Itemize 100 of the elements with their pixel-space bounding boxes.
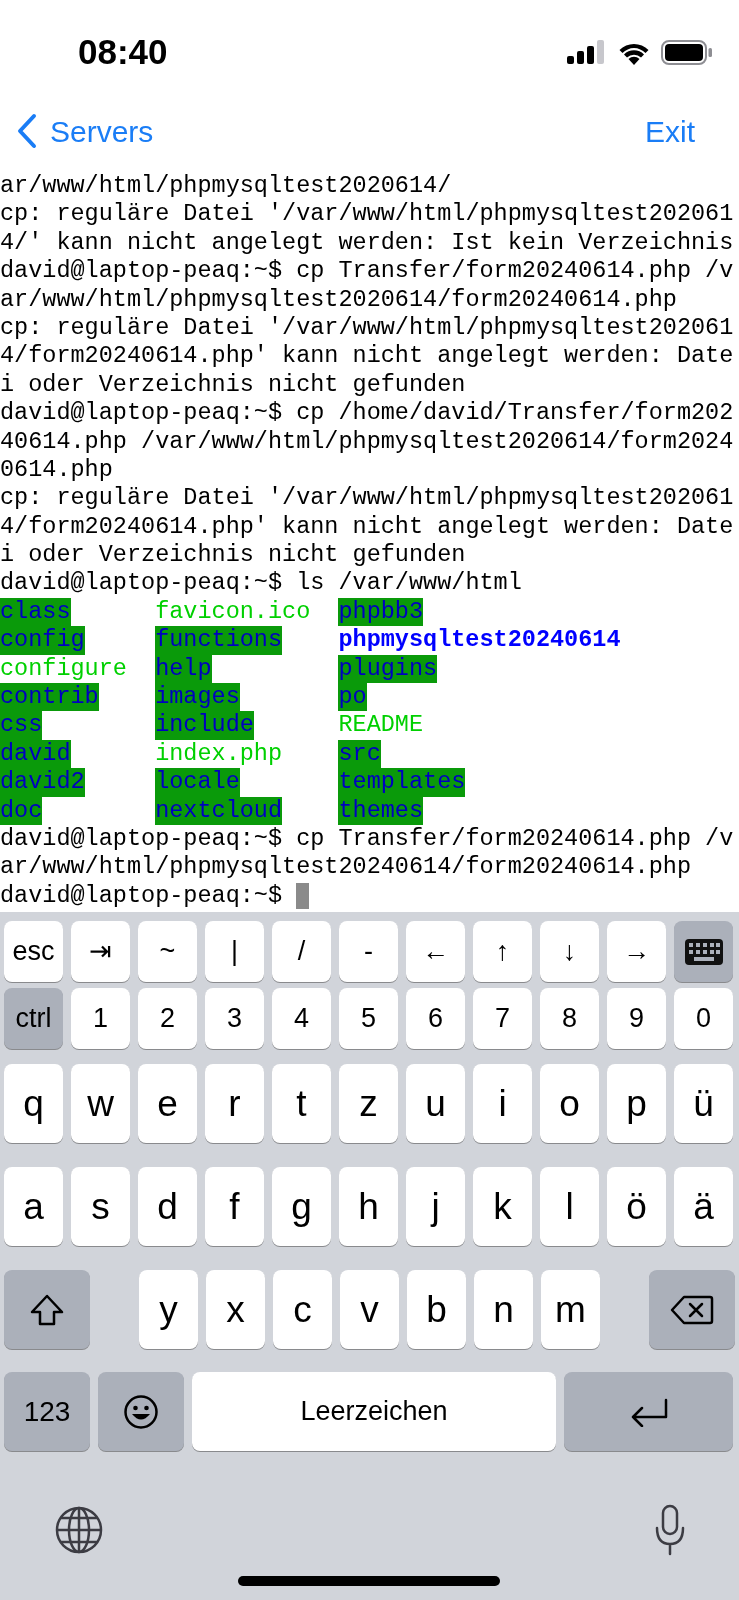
key[interactable]: 9 <box>607 988 666 1049</box>
file-name: contrib <box>0 683 99 712</box>
file-name: help <box>155 654 212 684</box>
text-cursor <box>296 882 310 909</box>
key[interactable]: ö <box>607 1167 666 1246</box>
terminal-line: david@laptop-peaq:~$ cp Transfer/form20240614.php /v <box>0 257 735 286</box>
terminal-line: cp: reguläre Datei '/var/www/html/phpmysqltest202061 <box>0 484 735 513</box>
keyboard-icon <box>684 938 723 965</box>
key[interactable]: h <box>339 1167 398 1246</box>
terminal-line: 4/form20240614.php' kann nicht angelegt werden: Date <box>0 512 735 542</box>
file-name: nextcloud <box>155 796 283 825</box>
key[interactable]: v <box>340 1270 399 1349</box>
file-name: phpmysqltest20240614 <box>338 626 621 655</box>
key[interactable]: ü <box>674 1064 733 1143</box>
terminal-line: david@laptop-peaq:~$ cp /home/david/Transfer/form202 <box>0 399 735 428</box>
key[interactable]: ⇥ <box>71 921 130 982</box>
key[interactable]: d <box>138 1167 197 1246</box>
key[interactable]: a <box>4 1167 63 1246</box>
key[interactable]: ← <box>406 921 465 982</box>
terminal-line: 40614.php /var/www/html/phpmysqltest2020614/form2024 <box>0 427 735 456</box>
terminal-prompt: david@laptop-peaq:~$ <box>0 881 283 911</box>
exit-link[interactable]: Exit <box>645 108 695 154</box>
back-link[interactable]: Servers <box>16 108 154 154</box>
file-name: README <box>338 711 424 740</box>
status-time: 08:40 <box>78 30 168 73</box>
file-name: configure <box>0 654 127 684</box>
key[interactable]: k <box>473 1167 532 1246</box>
key[interactable]: g <box>272 1167 331 1246</box>
key[interactable]: 7 <box>473 988 532 1049</box>
file-name: themes <box>338 796 424 825</box>
terminal-line: 0614.php <box>0 455 114 485</box>
key[interactable]: 1 <box>71 988 130 1049</box>
key[interactable]: ↓ <box>540 921 599 982</box>
terminal-line: ar/www/html/phpmysqltest2020614/ <box>0 172 453 201</box>
file-name: david2 <box>0 768 85 797</box>
file-name: locale <box>155 768 240 797</box>
key[interactable]: p <box>607 1064 666 1143</box>
key[interactable]: 6 <box>406 988 465 1049</box>
key[interactable]: w <box>71 1064 130 1143</box>
key[interactable]: c <box>273 1270 332 1349</box>
file-name: index.php <box>155 739 283 769</box>
key[interactable]: - <box>339 921 398 982</box>
key[interactable]: j <box>406 1167 465 1246</box>
key[interactable]: ~ <box>138 921 197 982</box>
key[interactable]: 8 <box>540 988 599 1049</box>
key[interactable]: q <box>4 1064 63 1143</box>
terminal-line: cp: reguläre Datei '/var/www/html/phpmysqltest202061 <box>0 200 735 229</box>
key[interactable]: → <box>607 921 666 982</box>
key[interactable]: 5 <box>339 988 398 1049</box>
terminal-line: cp: reguläre Datei '/var/www/html/phpmysqltest202061 <box>0 313 735 343</box>
microphone-icon[interactable] <box>655 1504 685 1556</box>
key[interactable]: | <box>205 921 264 982</box>
emoji-icon <box>123 1393 159 1430</box>
key[interactable]: s <box>71 1167 130 1246</box>
key[interactable]: 3 <box>205 988 264 1049</box>
globe-icon[interactable] <box>54 1505 104 1555</box>
key[interactable]: o <box>540 1064 599 1143</box>
file-name: david <box>0 739 71 769</box>
key[interactable]: m <box>541 1270 600 1349</box>
emoji-key[interactable] <box>98 1372 184 1451</box>
key[interactable]: 0 <box>674 988 733 1049</box>
key[interactable]: y <box>139 1270 198 1349</box>
file-name: plugins <box>338 654 438 684</box>
shift-key[interactable] <box>4 1270 90 1349</box>
key[interactable]: ↑ <box>473 921 532 982</box>
key[interactable]: n <box>474 1270 533 1349</box>
file-name: include <box>155 711 254 740</box>
space-key[interactable]: Leerzeichen <box>192 1372 556 1451</box>
terminal-line: i oder Verzeichnis nicht gefunden <box>0 541 467 570</box>
key[interactable]: z <box>339 1064 398 1143</box>
signal-icon <box>567 40 607 64</box>
backspace-icon <box>670 1293 714 1326</box>
file-name: class <box>0 597 71 627</box>
file-name: po <box>338 683 367 712</box>
terminal-line: 4/form20240614.php' kann nicht angelegt werden: Date <box>0 342 735 371</box>
terminal-line: 4/' kann nicht angelegt werden: Ist kein Verzeichnis <box>0 228 735 258</box>
key[interactable]: f <box>205 1167 264 1246</box>
key[interactable]: r <box>205 1064 264 1143</box>
key[interactable]: / <box>272 921 331 982</box>
key[interactable]: ctrl <box>4 988 63 1049</box>
key[interactable]: esc <box>4 921 63 982</box>
key[interactable]: x <box>206 1270 265 1349</box>
key[interactable]: ä <box>674 1167 733 1246</box>
key[interactable]: t <box>272 1064 331 1143</box>
key[interactable]: u <box>406 1064 465 1143</box>
file-name: src <box>338 739 381 769</box>
backspace-key[interactable] <box>649 1270 735 1349</box>
terminal-line: david@laptop-peaq:~$ ls /var/www/html <box>0 569 523 598</box>
key[interactable]: l <box>540 1167 599 1246</box>
hide-keyboard-button[interactable] <box>674 921 733 982</box>
file-name: templates <box>338 768 466 797</box>
key[interactable]: 2 <box>138 988 197 1049</box>
file-name: images <box>155 683 240 712</box>
file-name: config <box>0 626 85 655</box>
key[interactable]: i <box>473 1064 532 1143</box>
key[interactable]: 4 <box>272 988 331 1049</box>
numbers-key[interactable]: 123 <box>4 1372 90 1451</box>
shift-icon <box>29 1292 65 1327</box>
key[interactable]: b <box>407 1270 466 1349</box>
key[interactable]: e <box>138 1064 197 1143</box>
